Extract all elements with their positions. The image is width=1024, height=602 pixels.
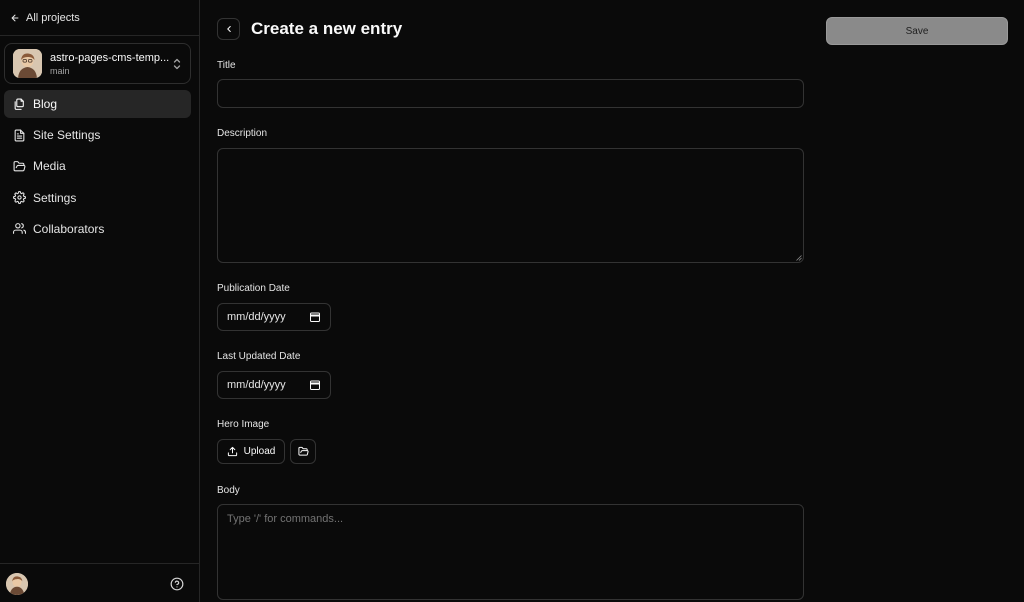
publication-date-input[interactable]: mm/dd/yyyy: [217, 303, 331, 331]
body-editor[interactable]: Type '/' for commands...: [217, 504, 804, 600]
description-textarea[interactable]: [217, 148, 804, 263]
folder-open-icon: [297, 446, 309, 456]
sidebar-item-label: Settings: [33, 190, 77, 205]
users-icon: [13, 223, 26, 235]
body-placeholder: Type '/' for commands...: [227, 513, 344, 525]
sidebar-item-blog[interactable]: Blog: [4, 90, 191, 118]
sidebar-item-label: Site Settings: [33, 128, 101, 143]
description-label: Description: [217, 128, 268, 139]
title-input[interactable]: [217, 79, 804, 108]
all-projects-link[interactable]: All projects: [10, 10, 80, 26]
repo-name: astro-pages-cms-temp...: [50, 51, 170, 64]
sidebar-divider-bottom: [0, 563, 200, 564]
page-title: Create a new entry: [251, 19, 403, 38]
sidebar: All projects astro-pages-cms-temp... mai…: [0, 0, 200, 602]
gear-icon: [13, 191, 26, 205]
repo-switcher[interactable]: astro-pages-cms-temp... main: [4, 43, 191, 84]
calendar-icon[interactable]: [309, 311, 321, 323]
upload-button[interactable]: Upload: [217, 439, 285, 464]
file-text-icon: [14, 129, 25, 142]
chevrons-up-down-icon: [173, 58, 181, 69]
sidebar-item-media[interactable]: Media: [4, 152, 191, 180]
back-button[interactable]: [217, 18, 240, 40]
user-avatar[interactable]: [6, 573, 28, 595]
browse-media-button[interactable]: [290, 439, 316, 464]
files-icon: [14, 98, 24, 110]
publication-date-label: Publication Date: [217, 283, 290, 294]
last-updated-date-input[interactable]: mm/dd/yyyy: [217, 371, 331, 399]
sidebar-item-site-settings[interactable]: Site Settings: [4, 121, 191, 149]
title-label: Title: [217, 60, 236, 71]
last-updated-label: Last Updated Date: [217, 351, 301, 362]
folder-open-icon: [13, 160, 26, 172]
sidebar-item-label: Media: [33, 159, 66, 174]
last-updated-date-value: mm/dd/yyyy: [227, 379, 286, 391]
sidebar-nav: Blog Site Settings Media Settings Collab…: [4, 90, 191, 246]
help-icon[interactable]: [170, 577, 184, 591]
all-projects-label: All projects: [26, 12, 80, 24]
upload-icon: [227, 446, 237, 457]
publication-date-value: mm/dd/yyyy: [227, 311, 286, 323]
sidebar-divider-top: [0, 35, 200, 36]
calendar-icon[interactable]: [309, 379, 321, 391]
sidebar-item-settings[interactable]: Settings: [4, 184, 191, 212]
upload-label: Upload: [243, 446, 276, 457]
sidebar-item-collaborators[interactable]: Collaborators: [4, 215, 191, 243]
save-button[interactable]: Save: [826, 17, 1008, 45]
body-label: Body: [217, 485, 240, 496]
sidebar-item-label: Collaborators: [33, 221, 105, 236]
arrow-left-icon: [11, 14, 19, 22]
resize-handle-icon[interactable]: [795, 254, 802, 261]
repo-branch: main: [50, 65, 70, 76]
repo-avatar: [13, 49, 42, 78]
hero-image-label: Hero Image: [217, 419, 270, 430]
sidebar-item-label: Blog: [33, 97, 58, 111]
chevron-left-icon: [226, 25, 231, 33]
